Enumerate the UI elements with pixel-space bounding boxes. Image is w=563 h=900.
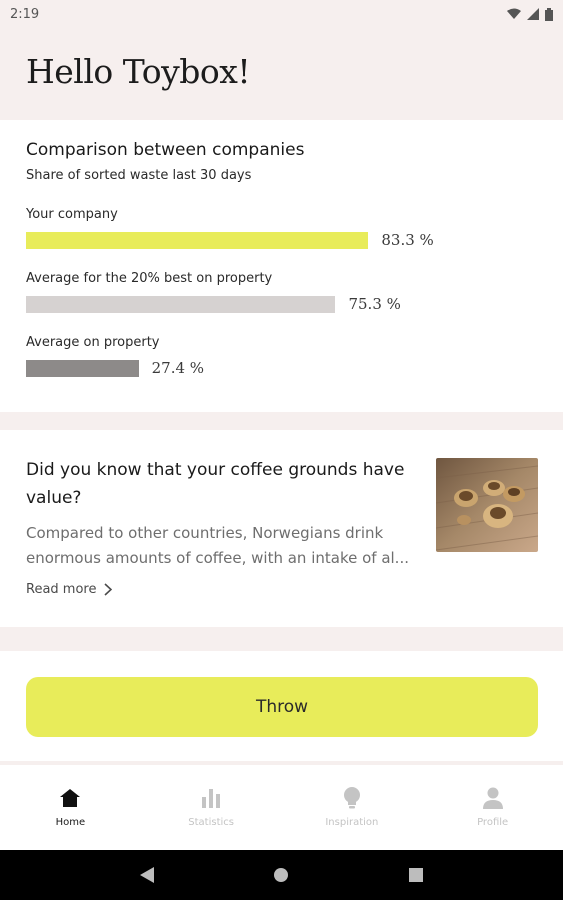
comparison-subtitle: Share of sorted waste last 30 days: [26, 168, 252, 183]
throw-section: Throw: [0, 651, 563, 761]
lightbulb-icon: [339, 785, 365, 811]
chevron-right-icon: [104, 583, 113, 596]
tip-title: Did you know that your coffee grounds ha…: [26, 460, 405, 508]
bar-label-your-company: Your company: [26, 207, 118, 222]
bar-label-average: Average on property: [26, 335, 160, 350]
bar-average: [26, 360, 139, 377]
nav-item-statistics[interactable]: Statistics: [141, 765, 282, 850]
battery-icon: [545, 7, 553, 21]
bar-value-top20: 75.3 %: [348, 295, 401, 313]
bar-value-your-company: 83.3 %: [381, 231, 434, 249]
status-time: 2:19: [10, 6, 40, 22]
comparison-title: Comparison between companies: [26, 140, 305, 160]
home-button-icon[interactable]: [267, 861, 295, 889]
status-icons: [507, 7, 553, 21]
bar-chart-icon: [198, 785, 224, 811]
bottom-nav: Home Statistics Inspiration Profile: [0, 765, 563, 850]
wifi-icon: [507, 8, 521, 19]
header: Hello Toybox!: [0, 28, 563, 119]
comparison-card: Comparison between companies Share of so…: [0, 120, 563, 412]
nav-label-statistics: Statistics: [188, 817, 234, 828]
read-more-label: Read more: [26, 582, 97, 597]
page-title: Hello Toybox!: [26, 52, 251, 91]
nav-item-profile[interactable]: Profile: [422, 765, 563, 850]
tip-body: Compared to other countries, Norwegians …: [26, 524, 409, 567]
bar-value-average: 27.4 %: [151, 359, 205, 377]
back-icon[interactable]: [133, 861, 161, 889]
signal-icon: [527, 8, 539, 20]
status-bar: 2:19: [0, 0, 563, 28]
nav-label-inspiration: Inspiration: [325, 817, 379, 828]
recents-icon[interactable]: [402, 861, 430, 889]
person-icon: [480, 785, 506, 811]
tip-card[interactable]: Did you know that your coffee grounds ha…: [0, 430, 563, 627]
nav-item-inspiration[interactable]: Inspiration: [282, 765, 423, 850]
read-more-link[interactable]: Read more: [26, 582, 113, 597]
system-nav-bar: [0, 850, 563, 900]
nav-item-home[interactable]: Home: [0, 765, 141, 850]
nav-label-profile: Profile: [477, 817, 509, 828]
coffee-image: [436, 458, 538, 552]
throw-button[interactable]: Throw: [26, 677, 538, 737]
bar-your-company: [26, 232, 369, 249]
home-icon: [57, 785, 83, 811]
bar-top20: [26, 296, 336, 313]
nav-label-home: Home: [55, 817, 86, 828]
bar-label-top20: Average for the 20% best on property: [26, 271, 273, 286]
